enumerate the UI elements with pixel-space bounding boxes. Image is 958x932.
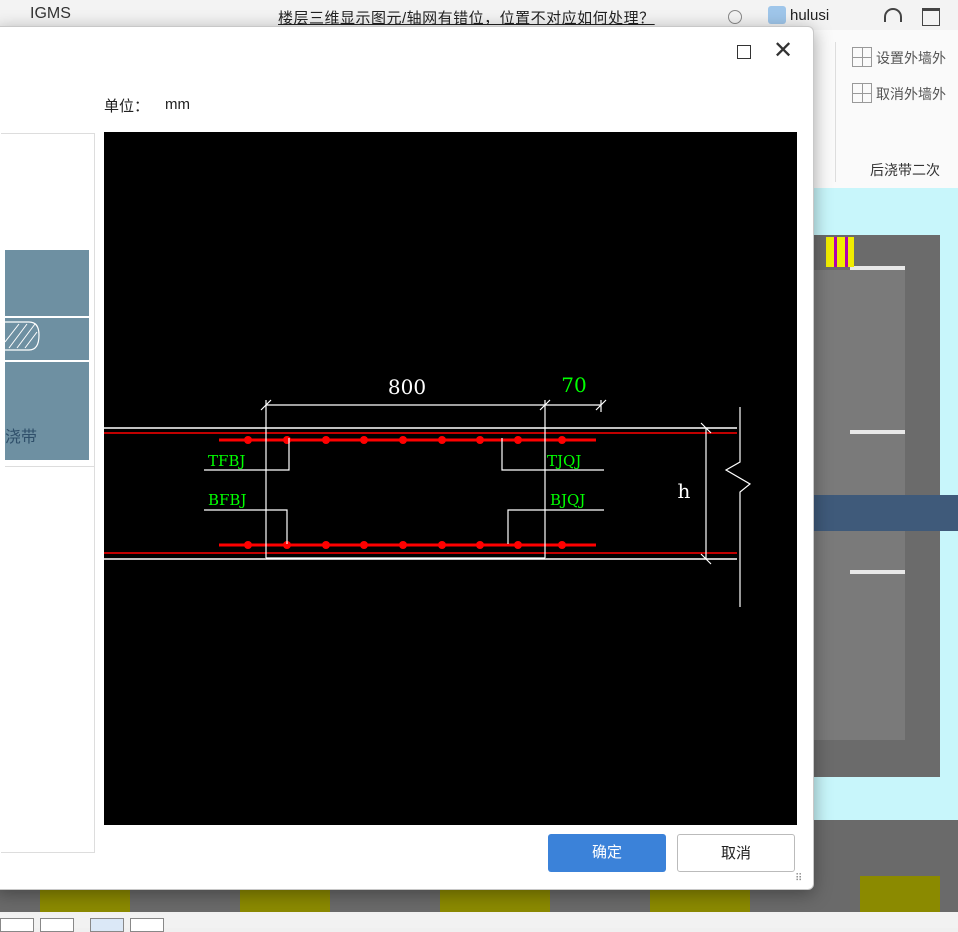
top-rebar-dot [438, 436, 446, 444]
top-rebar-dot [514, 436, 522, 444]
thumbnail-label: 浇带 [5, 429, 38, 446]
bottom-rebar-dot [476, 541, 484, 549]
bottom-rebar-dot [514, 541, 522, 549]
viewport-line [850, 430, 905, 434]
top-rebar-dot [360, 436, 368, 444]
top-rebar-dot [399, 436, 407, 444]
top-rebar-dot [322, 436, 330, 444]
ok-button[interactable]: 确定 [548, 834, 666, 872]
maximize-button[interactable] [737, 45, 751, 59]
ribbon-separator [835, 42, 836, 182]
dimension-width-text: 800 [388, 375, 426, 399]
bfbj-leader [204, 509, 288, 544]
height-label: h [678, 479, 691, 503]
bjqj-leader [507, 509, 604, 544]
set-exterior-wall-button[interactable]: 设置外墙外 [852, 47, 946, 68]
ribbon-group-label: 后浇带二次 [870, 162, 940, 178]
tfbj-label: TFBJ [208, 452, 245, 470]
unit-value: mm [165, 96, 190, 113]
grid-icon [852, 47, 872, 67]
tjqj-label: TJQJ [547, 452, 581, 470]
close-button[interactable]: ✕ [773, 39, 793, 63]
bottom-rebar-dot [244, 541, 252, 549]
viewport-line [850, 266, 905, 270]
status-button[interactable] [130, 918, 164, 932]
rebar-dots [244, 436, 566, 549]
top-rebar-dot [558, 436, 566, 444]
viewport-line [850, 570, 905, 574]
viewport-column-line [845, 237, 848, 267]
bottom-rebar-dot [360, 541, 368, 549]
viewport-column [826, 237, 854, 267]
bfbj-label: BFBJ [208, 491, 246, 509]
break-line [724, 407, 752, 607]
search-input[interactable]: 楼层三维显示图元/轴网有错位，位置不对应如何处理？ [278, 7, 655, 28]
cancel-button[interactable]: 取消 [677, 834, 795, 872]
top-rebar-dot [283, 436, 291, 444]
status-button[interactable] [90, 918, 124, 932]
cancel-exterior-wall-button[interactable]: 取消外墙外 [852, 83, 946, 104]
avatar[interactable] [768, 6, 786, 24]
app-title: IGMS [30, 5, 71, 22]
user-name[interactable]: hulusi [790, 7, 829, 24]
status-button[interactable] [40, 918, 74, 932]
bottom-rebar-dot [322, 541, 330, 549]
status-button[interactable] [0, 918, 34, 932]
post-pour-strip-thumbnail[interactable]: 浇带 [5, 250, 89, 460]
bottom-rebar-dot [558, 541, 566, 549]
divider [5, 466, 95, 467]
viewport-column-line [834, 237, 837, 267]
search-icon[interactable] [728, 10, 742, 24]
post-pour-strip-dialog: ✕ 单位： mm 浇带 800 70 TFBJ BFBJ TJQJ BJQJ h… [0, 26, 814, 890]
dimension-overlap-text: 70 [561, 373, 586, 397]
viewport-footing [860, 876, 940, 916]
bjqj-label: BJQJ [550, 491, 585, 509]
resize-grip-icon[interactable]: ⠿ [795, 873, 802, 884]
headset-icon[interactable] [884, 8, 902, 22]
top-rebar-dot [476, 436, 484, 444]
bottom-rebar-dot [438, 541, 446, 549]
bottom-rebar-dot [399, 541, 407, 549]
top-rebar-dot [244, 436, 252, 444]
grid-icon [852, 83, 872, 103]
viewport-beam [805, 495, 958, 531]
detail-svg: 800 70 TFBJ BFBJ TJQJ BJQJ h [104, 373, 752, 607]
unit-label: 单位： [104, 98, 150, 115]
calendar-icon[interactable] [922, 8, 940, 26]
type-list-pane: 浇带 [1, 133, 95, 853]
rebar-detail-drawing: 800 70 TFBJ BFBJ TJQJ BJQJ h [104, 132, 797, 825]
